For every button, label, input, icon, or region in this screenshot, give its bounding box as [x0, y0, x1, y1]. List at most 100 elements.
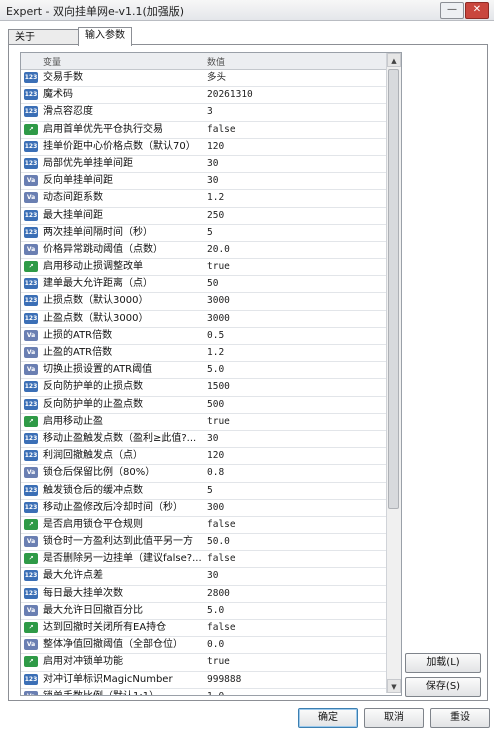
param-row[interactable]: ↗ 启用对冲锁单功能 true: [21, 654, 386, 672]
param-value[interactable]: 30: [207, 157, 377, 171]
param-row[interactable]: 123 最大允许点差 30: [21, 568, 386, 586]
param-row[interactable]: Va 反向单挂单间距 30: [21, 173, 386, 191]
param-value[interactable]: 120: [207, 449, 377, 463]
param-value[interactable]: 50: [207, 277, 377, 291]
scroll-down-icon[interactable]: ▼: [387, 679, 401, 693]
scroll-up-icon[interactable]: ▲: [387, 53, 401, 67]
param-name: 止损点数（默认3000）: [43, 295, 149, 307]
param-row[interactable]: 123 反向防护单的止损点数 1500: [21, 379, 386, 397]
tab-input-params[interactable]: 输入参数: [78, 27, 132, 46]
param-row[interactable]: 123 魔术码 20261310: [21, 87, 386, 105]
param-value[interactable]: 500: [207, 398, 377, 412]
integer-param-icon: 123: [24, 312, 38, 324]
param-row[interactable]: 123 利润回撤触发点（点） 120: [21, 448, 386, 466]
param-value[interactable]: 0.5: [207, 329, 377, 343]
ok-button[interactable]: 确定: [298, 708, 358, 728]
param-value[interactable]: 5.0: [207, 363, 377, 377]
integer-param-icon: 123: [24, 106, 38, 118]
param-name: 止盈点数（默认3000）: [43, 312, 149, 324]
param-value[interactable]: 2800: [207, 587, 377, 601]
param-row[interactable]: Va 止盈的ATR倍数 1.2: [21, 345, 386, 363]
param-row[interactable]: 123 移动止盈修改后冷却时间（秒） 300: [21, 500, 386, 517]
param-value[interactable]: true: [207, 415, 377, 429]
param-name: 反向防护单的止盈点数: [43, 398, 143, 410]
double-param-icon: Va: [24, 175, 38, 187]
param-row[interactable]: 123 止损点数（默认3000） 3000: [21, 293, 386, 311]
param-value[interactable]: 1.0: [207, 690, 377, 695]
param-value[interactable]: 50.0: [207, 535, 377, 549]
param-value[interactable]: 250: [207, 209, 377, 223]
param-row[interactable]: Va 价格异常跳动阈值（点数） 20.0: [21, 242, 386, 260]
integer-param-icon: 123: [24, 295, 38, 307]
param-value[interactable]: 3: [207, 105, 377, 119]
param-value[interactable]: false: [207, 518, 377, 532]
col-name-header: 变量: [43, 58, 62, 68]
param-value[interactable]: 0.0: [207, 638, 377, 652]
param-row[interactable]: 123 滑点容忍度 3: [21, 104, 386, 122]
param-row[interactable]: Va 最大允许日回撤百分比 5.0: [21, 603, 386, 620]
param-row[interactable]: 123 挂单价距中心价格点数（默认70） 120: [21, 139, 386, 156]
save-button[interactable]: 保存(S): [405, 677, 481, 697]
boolean-param-icon: ↗: [24, 123, 38, 135]
vertical-scrollbar[interactable]: ▲ ▼: [386, 53, 401, 693]
param-row[interactable]: Va 锁仓时一方盈利达到此值平另一方 50.0: [21, 534, 386, 552]
param-value[interactable]: false: [207, 552, 377, 566]
boolean-param-icon: ↗: [24, 518, 38, 530]
param-row[interactable]: 123 每日最大挂单次数 2800: [21, 586, 386, 603]
param-value[interactable]: 20.0: [207, 243, 377, 257]
minimize-button[interactable]: —: [440, 2, 464, 19]
param-row[interactable]: ↗ 启用移动止盈 true: [21, 414, 386, 431]
param-value[interactable]: 3000: [207, 312, 377, 326]
param-value[interactable]: 30: [207, 174, 377, 188]
param-row[interactable]: Va 锁仓后保留比例（80%） 0.8: [21, 465, 386, 483]
param-value[interactable]: false: [207, 621, 377, 635]
param-value[interactable]: 5: [207, 484, 377, 498]
param-row[interactable]: ↗ 启用移动止损调整改单 true: [21, 259, 386, 277]
param-value[interactable]: 30: [207, 432, 377, 446]
param-row[interactable]: 123 反向防护单的止盈点数 500: [21, 397, 386, 414]
param-value[interactable]: 20261310: [207, 88, 377, 102]
param-row[interactable]: 123 最大挂单间距 250: [21, 208, 386, 225]
param-value[interactable]: 5.0: [207, 604, 377, 618]
param-value[interactable]: 300: [207, 501, 377, 515]
scroll-thumb[interactable]: [388, 69, 399, 509]
param-row[interactable]: Va 止损的ATR倍数 0.5: [21, 328, 386, 345]
param-row[interactable]: 123 局部优先单挂单间距 30: [21, 156, 386, 174]
param-value[interactable]: 30: [207, 569, 377, 583]
load-button[interactable]: 加载(L): [405, 653, 481, 673]
param-value[interactable]: 120: [207, 140, 377, 154]
param-value[interactable]: 1.2: [207, 191, 377, 205]
param-row[interactable]: 123 止盈点数（默认3000） 3000: [21, 311, 386, 328]
param-value[interactable]: 3000: [207, 294, 377, 308]
param-row[interactable]: 123 交易手数 多头: [21, 70, 386, 88]
reset-button[interactable]: 重设: [430, 708, 490, 728]
param-value[interactable]: true: [207, 260, 377, 274]
param-value[interactable]: 1500: [207, 380, 377, 394]
param-value[interactable]: 多头: [207, 71, 377, 85]
param-value[interactable]: 0.8: [207, 466, 377, 480]
param-row[interactable]: Va 切换止损设置的ATR阈值 5.0: [21, 362, 386, 380]
param-row[interactable]: 123 两次挂单间隔时间（秒） 5: [21, 225, 386, 242]
cancel-button[interactable]: 取消: [364, 708, 424, 728]
param-value[interactable]: false: [207, 123, 377, 137]
param-row[interactable]: ↗ 是否启用锁仓平仓规则 false: [21, 517, 386, 535]
param-row[interactable]: Va 锁单手数比例（默认1:1） 1.0: [21, 689, 386, 695]
close-button[interactable]: ✕: [465, 2, 489, 19]
tab-about[interactable]: 关于: [8, 29, 84, 45]
param-row[interactable]: 123 触发锁仓后的缓冲点数 5: [21, 483, 386, 500]
param-name: 启用移动止损调整改单: [43, 261, 143, 273]
param-value[interactable]: 1.2: [207, 346, 377, 360]
param-row[interactable]: Va 整体净值回撤阈值（全部仓位） 0.0: [21, 637, 386, 655]
param-value[interactable]: 999888: [207, 673, 377, 687]
param-row[interactable]: 123 建单最大允许距离（点） 50: [21, 276, 386, 294]
param-row[interactable]: Va 动态间距系数 1.2: [21, 190, 386, 208]
param-row[interactable]: 123 对冲订单标识MagicNumber 999888: [21, 672, 386, 689]
param-value[interactable]: 5: [207, 226, 377, 240]
param-value[interactable]: true: [207, 655, 377, 669]
param-row[interactable]: ↗ 启用首单优先平仓执行交易 false: [21, 122, 386, 139]
integer-param-icon: 123: [24, 484, 38, 496]
param-row[interactable]: 123 移动止盈触发点数（盈利≥此值?... 30: [21, 431, 386, 449]
param-name: 挂单价距中心价格点数（默认70）: [43, 140, 196, 152]
param-row[interactable]: ↗ 是否删除另一边挂单（建议false?... false: [21, 551, 386, 569]
param-row[interactable]: ↗ 达到回撤时关闭所有EA持仓 false: [21, 620, 386, 638]
